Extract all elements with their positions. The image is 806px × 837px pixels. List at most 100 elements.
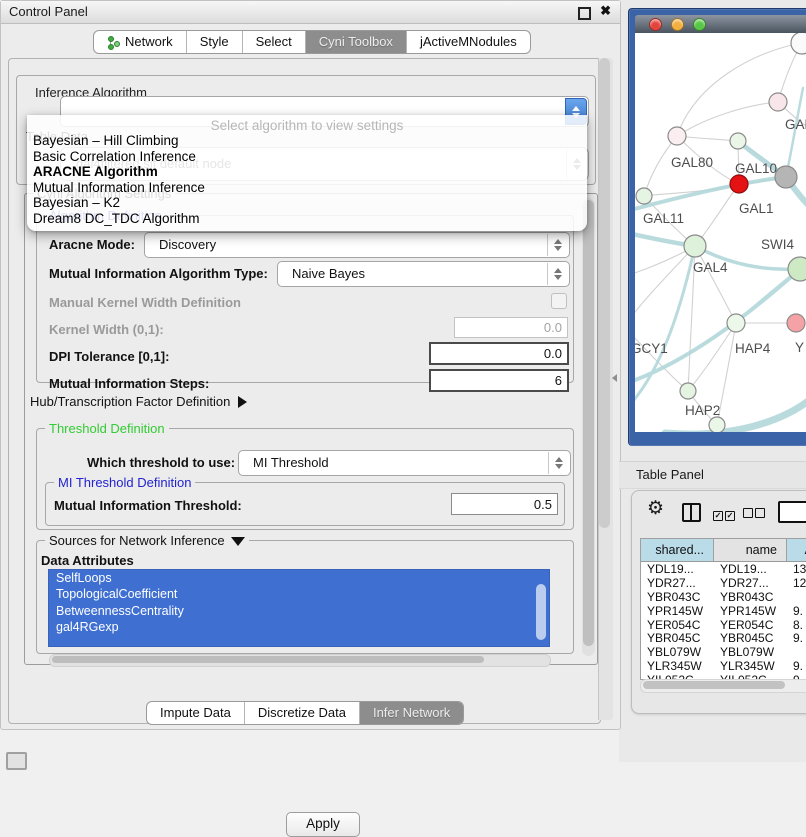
data-attributes-list[interactable]: SelfLoops TopologicalCoefficient Between…: [48, 569, 550, 647]
cell[interactable]: YPR145W: [714, 604, 787, 618]
cell[interactable]: YBR045C: [714, 631, 787, 645]
network-window-titlebar[interactable]: [635, 15, 806, 33]
cell[interactable]: YBL079W: [714, 645, 787, 659]
cell[interactable]: YDR27...: [714, 576, 787, 590]
tab-style[interactable]: Style: [187, 31, 243, 53]
cell[interactable]: YER054C: [714, 618, 787, 632]
algorithm-option[interactable]: Bayesian – K2: [27, 195, 587, 211]
tab-network[interactable]: Network: [94, 31, 187, 53]
control-panel-scrollbar[interactable]: [598, 58, 613, 720]
table-row[interactable]: YDR27...YDR27...12: [641, 576, 806, 590]
float-window-icon[interactable]: [578, 7, 591, 20]
cell[interactable]: YDR27...: [641, 576, 714, 590]
list-vertical-scrollbar[interactable]: [536, 584, 546, 640]
minimized-panel-stub[interactable]: [6, 752, 27, 770]
select-all-checkboxes-icon[interactable]: ✓✓: [713, 506, 737, 521]
combo-stepper-icon[interactable]: [547, 234, 568, 256]
node-hap4[interactable]: [727, 314, 745, 332]
cell[interactable]: 9.: [787, 631, 806, 645]
node-gal[interactable]: [769, 93, 787, 111]
cell[interactable]: YBR043C: [714, 590, 787, 604]
algorithm-option-selected[interactable]: ARACNE Algorithm: [27, 164, 587, 180]
cell[interactable]: 13: [787, 562, 806, 576]
combo-stepper-icon[interactable]: [547, 263, 568, 285]
cell[interactable]: 12: [787, 576, 806, 590]
cell[interactable]: [787, 645, 806, 659]
combo-stepper-icon[interactable]: [548, 452, 569, 474]
list-item[interactable]: SelfLoops: [49, 570, 549, 586]
column-header-name[interactable]: name: [714, 539, 787, 561]
algorithm-option[interactable]: Mutual Information Inference: [27, 180, 587, 196]
table-row[interactable]: YLR345WYLR345W9.: [641, 659, 806, 673]
tab-select[interactable]: Select: [243, 31, 306, 53]
tab-jactivemnodules[interactable]: jActiveMNodules: [407, 31, 530, 53]
cell[interactable]: YBR045C: [641, 631, 714, 645]
node-gal80[interactable]: [668, 127, 686, 145]
list-item[interactable]: gal4RGexp: [49, 619, 549, 635]
network-canvas[interactable]: GAL GAL80 GAL10 GAL1 GAL11 SWI4 GAL4 GCY…: [635, 33, 806, 432]
apply-button[interactable]: Apply: [286, 812, 360, 837]
node-gal11[interactable]: [636, 188, 652, 204]
deselect-all-checkboxes-icon[interactable]: [743, 506, 767, 521]
table-horizontal-scrollbar[interactable]: [640, 679, 806, 693]
dpi-tolerance-input[interactable]: 0.0: [429, 342, 569, 365]
cell[interactable]: YDL19...: [714, 562, 787, 576]
node-swi4[interactable]: [788, 257, 806, 281]
cell[interactable]: YLR345W: [714, 659, 787, 673]
node-bottom[interactable]: [709, 417, 725, 432]
column-header-shared-name[interactable]: shared...: [641, 539, 714, 561]
scrollbar-thumb[interactable]: [599, 58, 610, 528]
column-header-partial[interactable]: A: [787, 539, 806, 561]
list-item[interactable]: BetweennessCentrality: [49, 603, 549, 619]
algorithm-option[interactable]: Bayesian – Hill Climbing: [27, 133, 587, 149]
table-row[interactable]: YBR043CYBR043C: [641, 590, 806, 604]
panel-splitter-icon[interactable]: [612, 374, 617, 382]
list-item[interactable]: TopologicalCoefficient: [49, 586, 549, 602]
node-pink[interactable]: [787, 314, 805, 332]
algorithm-option[interactable]: Dream8 DC_TDC Algorithm: [27, 211, 587, 227]
tab-impute-data[interactable]: Impute Data: [147, 702, 245, 724]
cell[interactable]: YBR043C: [641, 590, 714, 604]
cell[interactable]: YBL079W: [641, 645, 714, 659]
columns-icon[interactable]: [682, 503, 701, 522]
table-row[interactable]: YDL19...YDL19...13: [641, 562, 806, 576]
network-nodes[interactable]: [635, 33, 806, 432]
scrollbar-thumb[interactable]: [52, 656, 484, 663]
scrollbar-thumb[interactable]: [643, 681, 785, 689]
mi-threshold-input[interactable]: 0.5: [451, 493, 558, 515]
which-threshold-combobox[interactable]: MI Threshold: [238, 450, 571, 476]
table-row[interactable]: YBR045CYBR045C9.: [641, 631, 806, 645]
manual-kernel-checkbox[interactable]: [551, 293, 567, 309]
node-gal4[interactable]: [684, 235, 706, 257]
cell[interactable]: YER054C: [641, 618, 714, 632]
mi-type-combobox[interactable]: Naive Bayes: [277, 261, 570, 287]
table-row[interactable]: YER054CYER054C8.: [641, 618, 806, 632]
cell[interactable]: 9.: [787, 659, 806, 673]
tab-infer-network[interactable]: Infer Network: [360, 702, 463, 724]
settings-vertical-scrollbar[interactable]: [582, 198, 595, 656]
cell[interactable]: YPR145W: [641, 604, 714, 618]
cell[interactable]: 9.: [787, 604, 806, 618]
table-row[interactable]: YPR145WYPR145W9.: [641, 604, 806, 618]
close-icon[interactable]: ✖: [600, 3, 611, 19]
list-horizontal-scrollbar[interactable]: [49, 654, 551, 667]
tab-cyni-toolbox[interactable]: Cyni Toolbox: [306, 31, 407, 53]
gear-icon[interactable]: ⚙: [647, 499, 664, 518]
cell[interactable]: YDL19...: [641, 562, 714, 576]
cell[interactable]: YLR345W: [641, 659, 714, 673]
node-hap2[interactable]: [680, 383, 696, 399]
cell[interactable]: [787, 590, 806, 604]
mi-steps-input[interactable]: 6: [429, 369, 569, 392]
node-gal1[interactable]: [730, 175, 748, 193]
aracne-mode-combobox[interactable]: Discovery: [144, 232, 570, 258]
new-table-icon[interactable]: [778, 501, 806, 523]
node-gal10[interactable]: [730, 133, 746, 149]
tab-discretize-data[interactable]: Discretize Data: [245, 702, 360, 724]
node-gray[interactable]: [775, 166, 797, 188]
kernel-width-input[interactable]: 0.0: [454, 317, 568, 338]
node-partial[interactable]: [791, 33, 806, 54]
algorithm-option[interactable]: Basic Correlation Inference: [27, 149, 587, 165]
close-traffic-icon[interactable]: [649, 18, 662, 31]
zoom-traffic-icon[interactable]: [693, 18, 706, 31]
hub-definition-toggle[interactable]: Hub/Transcription Factor Definition: [30, 394, 247, 409]
